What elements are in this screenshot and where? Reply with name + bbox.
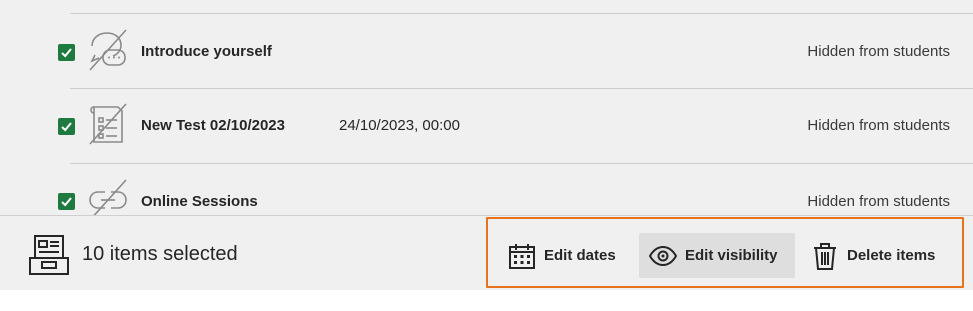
edit-visibility-button[interactable]: Edit visibility	[639, 233, 795, 278]
calendar-icon	[508, 242, 536, 270]
list-item[interactable]: New Test 02/10/2023 24/10/2023, 00:00 Hi…	[0, 96, 973, 156]
row-divider	[70, 163, 973, 164]
link-hidden-icon	[86, 178, 130, 215]
content-list: Introduce yourself Hidden from students …	[0, 0, 973, 215]
list-item[interactable]: Introduce yourself Hidden from students	[0, 22, 973, 82]
eye-icon	[648, 242, 678, 270]
selection-count: 10 items selected	[82, 243, 238, 265]
row-divider	[70, 13, 973, 14]
edit-dates-button[interactable]: Edit dates	[497, 233, 631, 278]
row-divider	[70, 88, 973, 89]
item-title[interactable]: Online Sessions	[141, 193, 258, 210]
due-date: 24/10/2023, 00:00	[339, 117, 460, 134]
item-title[interactable]: Introduce yourself	[141, 43, 272, 60]
edit-dates-label: Edit dates	[544, 247, 616, 264]
archive-drawer-icon	[28, 233, 70, 277]
checkbox-checked[interactable]	[58, 193, 75, 210]
trash-icon	[811, 242, 839, 270]
list-item[interactable]: Online Sessions Hidden from students	[0, 171, 973, 215]
delete-items-button[interactable]: Delete items	[805, 233, 950, 278]
delete-items-label: Delete items	[847, 247, 936, 264]
item-title[interactable]: New Test 02/10/2023	[141, 117, 285, 134]
edit-visibility-label: Edit visibility	[685, 247, 778, 264]
checkbox-checked[interactable]	[58, 44, 75, 61]
visibility-status[interactable]: Hidden from students	[807, 193, 950, 210]
checkbox-checked[interactable]	[58, 118, 75, 135]
discussion-hidden-icon	[86, 28, 130, 72]
test-hidden-icon	[86, 102, 130, 146]
visibility-status[interactable]: Hidden from students	[807, 117, 950, 134]
visibility-status[interactable]: Hidden from students	[807, 43, 950, 60]
